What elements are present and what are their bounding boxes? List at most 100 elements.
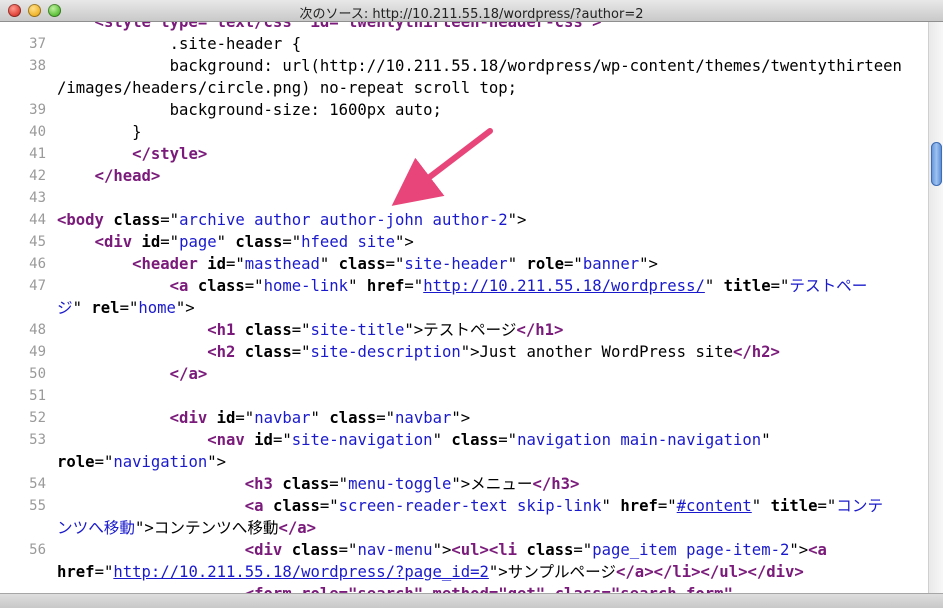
code-token: " (310, 409, 330, 427)
code-token: ">サンプルページ (488, 563, 617, 581)
vertical-scrollbar[interactable] (928, 22, 943, 593)
code-token: <h3 (244, 475, 283, 493)
code-token: class (113, 211, 161, 229)
code-token: <div (94, 233, 142, 251)
code-link[interactable]: #content (677, 497, 752, 515)
code-token: role (526, 255, 565, 273)
code-token: =" (338, 541, 358, 559)
code-token: =" (319, 497, 339, 515)
code-token: class (526, 541, 574, 559)
code-token: =" (376, 409, 396, 427)
line-number: 46 (29, 256, 46, 272)
code-token: archive author author-john author-2 (179, 211, 508, 229)
code-token: ジ (57, 299, 73, 317)
code-token: href (57, 563, 95, 581)
code-token: href (366, 277, 405, 295)
code-token: <a (244, 497, 273, 515)
code-token: <a (808, 541, 827, 559)
code-token: =" (272, 431, 292, 449)
code-text: </style> (57, 143, 207, 165)
code-token: <nav (207, 431, 255, 449)
code-token: =" (657, 497, 677, 515)
code-link[interactable]: http://10.211.55.18/wordpress/?page_id=2 (113, 563, 489, 581)
code-line: 46 <header id="masthead" class="site-hea… (0, 253, 928, 275)
code-token: "> (789, 541, 809, 559)
code-token: <div (169, 409, 217, 427)
code-link[interactable]: http://10.211.55.18/wordpress/ (423, 277, 705, 295)
line-number: 45 (29, 234, 46, 250)
code-line: <style type="text/css" id="twentythirtee… (0, 22, 928, 33)
code-token: class (291, 541, 339, 559)
code-token: <h2 (207, 343, 245, 361)
code-text: <h2 class="site-description">Just anothe… (57, 341, 780, 363)
code-token: </a></li></ul></div> (616, 563, 804, 581)
code-token: class (329, 409, 377, 427)
code-token: site-description (310, 343, 461, 361)
code-line: 41 </style> (0, 143, 928, 165)
code-token: /images/headers/circle.png) no-repeat sc… (57, 79, 518, 97)
code-token: id (207, 255, 226, 273)
code-token: } (57, 123, 142, 141)
code-line: 39 background-size: 1600px auto; (0, 99, 928, 121)
line-number: 51 (29, 388, 46, 404)
code-token: site-header (404, 255, 508, 273)
code-token: .site-header { (57, 35, 302, 53)
code-token: =" (564, 255, 583, 273)
code-token: =" (329, 475, 349, 493)
code-token: class (197, 277, 245, 295)
source-code-view[interactable]: <style type="text/css" id="twentythirtee… (0, 22, 928, 593)
code-token: screen-reader-text skip-link (338, 497, 602, 515)
code-token: ンツへ移動 (57, 519, 135, 537)
line-number: 53 (29, 432, 46, 448)
code-token: " (507, 255, 527, 273)
code-token: コンテ (836, 497, 884, 515)
line-number: 55 (29, 498, 46, 514)
code-text: <div class="nav-menu"><ul><li class="pag… (57, 539, 827, 561)
line-number: 44 (29, 212, 46, 228)
code-token: "> (639, 255, 658, 273)
code-token: ">テストページ (404, 321, 517, 339)
code-token: <style type="text/css" id="twentythirtee… (57, 22, 602, 31)
code-token: class (338, 255, 386, 273)
code-token: title (723, 277, 771, 295)
code-token: "> (207, 453, 227, 471)
line-number: 49 (29, 344, 46, 360)
code-token: <body (57, 211, 114, 229)
line-number: 47 (29, 278, 46, 294)
code-token: class (235, 233, 283, 251)
code-line: 51 (0, 385, 928, 407)
code-token: <h1 (207, 321, 245, 339)
scrollbar-thumb[interactable] (931, 142, 942, 186)
code-line: /images/headers/circle.png) no-repeat sc… (0, 77, 928, 99)
code-token: =" (94, 563, 114, 581)
code-line: 47 <a class="home-link" href="http://10.… (0, 275, 928, 297)
code-line: 56 <div class="nav-menu"><ul><li class="… (0, 539, 928, 561)
code-token: =" (119, 299, 139, 317)
code-line: ジ" rel="home"> (0, 297, 928, 319)
code-line: 49 <h2 class="site-description">Just ano… (0, 341, 928, 363)
code-token: home-link (263, 277, 349, 295)
code-token: class (451, 431, 499, 449)
code-text: href="http://10.211.55.18/wordpress/?pag… (57, 561, 804, 583)
code-token: id (216, 409, 236, 427)
code-token: " (601, 497, 621, 515)
code-token: class (282, 475, 330, 493)
code-token: class (244, 321, 292, 339)
line-number: 56 (29, 542, 46, 558)
code-token: =" (235, 409, 255, 427)
code-token: hfeed site (301, 233, 396, 251)
code-token: =" (282, 233, 302, 251)
code-token: ">コンテンツへ移動 (134, 519, 279, 537)
code-text: ジ" rel="home"> (57, 297, 195, 319)
code-token: <div (244, 541, 292, 559)
code-token: masthead (244, 255, 320, 273)
code-token: page_item page-item-2 (592, 541, 790, 559)
code-text: <header id="masthead" class="site-header… (57, 253, 658, 275)
